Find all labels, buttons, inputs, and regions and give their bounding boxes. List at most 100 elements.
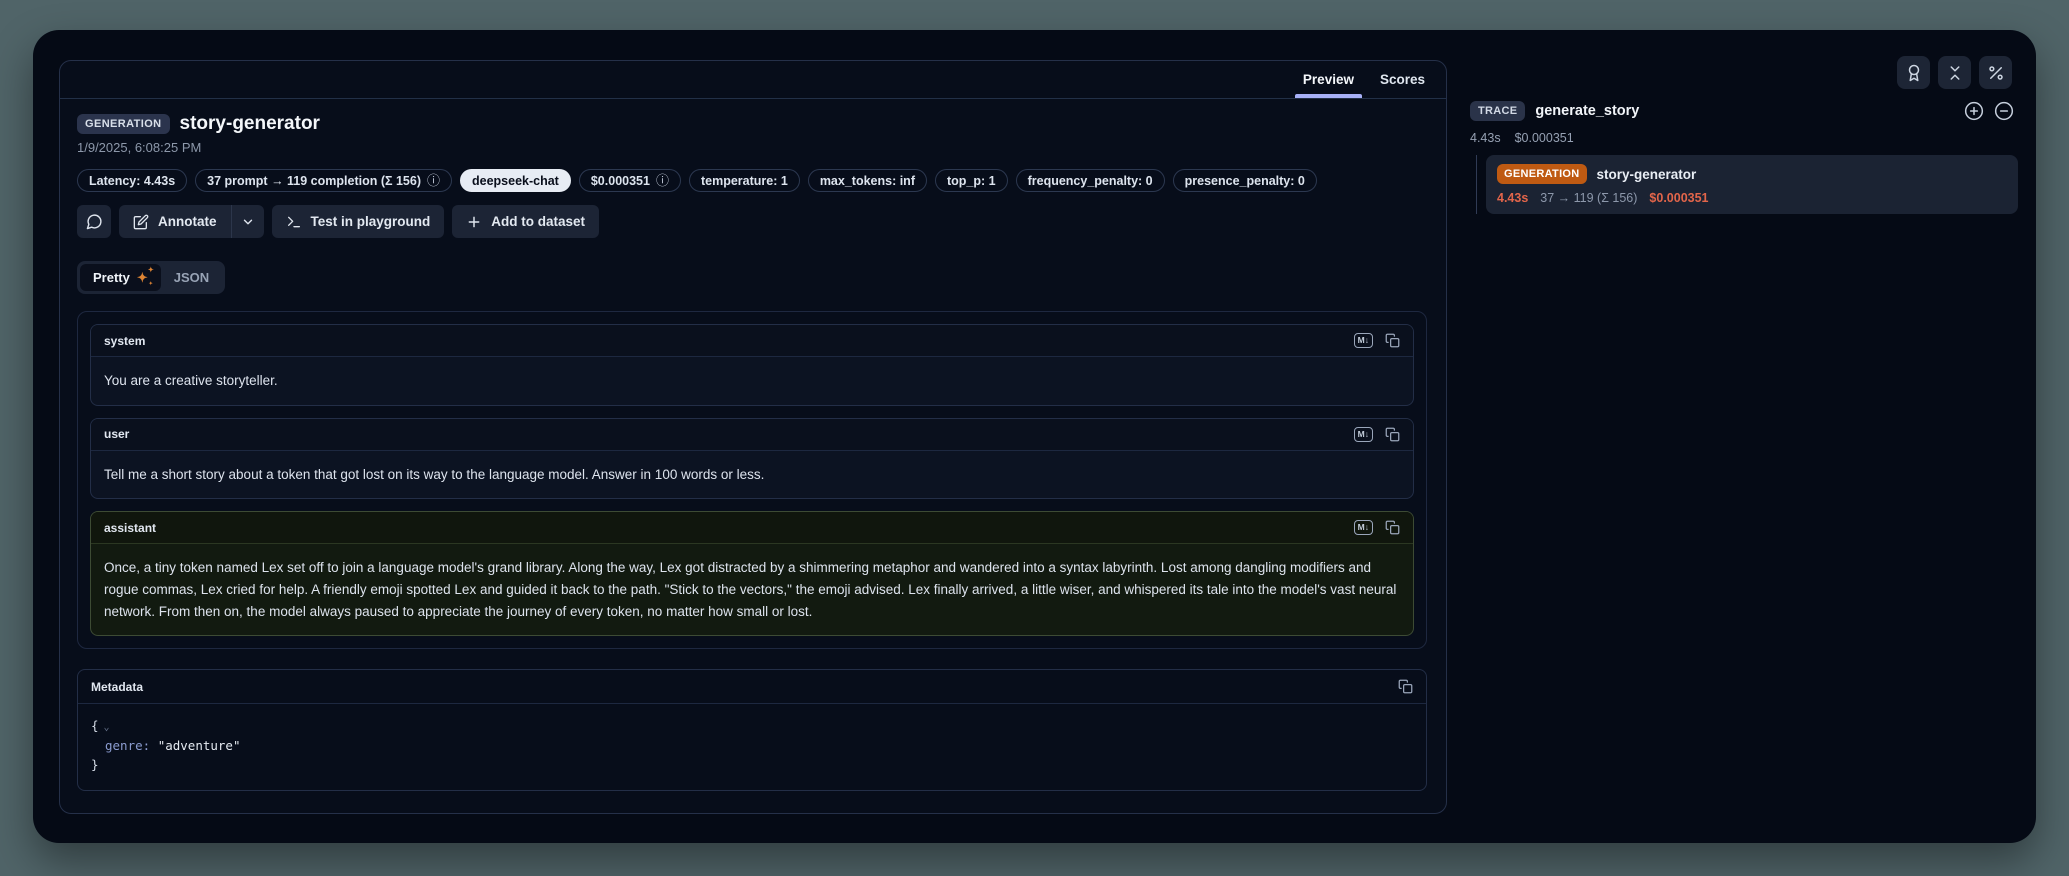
metadata-title: Metadata (91, 680, 143, 694)
panel-header: Preview Scores (60, 61, 1446, 99)
expand-all-button[interactable] (1964, 101, 1984, 121)
frequency-penalty-badge: frequency_penalty: 0 (1016, 169, 1165, 192)
percent-icon (1987, 64, 2005, 82)
info-icon[interactable]: ⓘ (427, 174, 440, 187)
tree-item-name: story-generator (1597, 167, 1697, 182)
model-badge[interactable]: deepseek-chat (460, 169, 571, 192)
plus-icon (466, 214, 482, 230)
temperature-label: temperature: 1 (701, 174, 788, 188)
trace-cost: $0.000351 (1515, 131, 1574, 145)
tab-scores[interactable]: Scores (1367, 61, 1438, 98)
message-content: You are a creative storyteller. (91, 357, 1413, 405)
generation-type-badge: GENERATION (1497, 164, 1587, 184)
temperature-badge: temperature: 1 (689, 169, 800, 192)
presence-penalty-label: presence_penalty: 0 (1185, 174, 1305, 188)
json-close-brace: } (91, 757, 99, 772)
collapse-button[interactable] (1938, 56, 1971, 89)
token-usage-badge: 37 prompt → 119 completion (Σ 156) ⓘ (195, 169, 452, 192)
chevrons-collapse-icon (1946, 64, 1964, 82)
json-value: "adventure" (158, 738, 241, 753)
metadata-section: Metadata { ⌄ genre: "adventure" } (77, 669, 1427, 791)
annotate-dropdown-button[interactable] (231, 205, 264, 238)
copy-icon[interactable] (1398, 679, 1413, 694)
max-tokens-badge: max_tokens: inf (808, 169, 927, 192)
metadata-json-viewer: { ⌄ genre: "adventure" } (78, 704, 1426, 790)
message-card-system: system M↓ You are a creative storyteller… (90, 324, 1414, 406)
presence-penalty-badge: presence_penalty: 0 (1173, 169, 1317, 192)
markdown-toggle-icon[interactable]: M↓ (1354, 520, 1373, 535)
sidebar-toolbar (1897, 56, 2012, 89)
annotate-label: Annotate (158, 214, 217, 229)
comment-icon (86, 213, 103, 230)
timestamp: 1/9/2025, 6:08:25 PM (77, 140, 1427, 155)
app-window: Preview Scores GENERATION story-generato… (33, 30, 2036, 843)
copy-icon[interactable] (1385, 427, 1400, 442)
percent-metrics-button[interactable] (1979, 56, 2012, 89)
cost-badge: $0.000351 ⓘ (579, 169, 681, 192)
top-p-badge: top_p: 1 (935, 169, 1008, 192)
observation-panel: Preview Scores GENERATION story-generato… (59, 60, 1447, 814)
latency-badge-label: Latency: 4.43s (89, 174, 175, 188)
tab-json[interactable]: JSON (161, 264, 222, 291)
terminal-icon (286, 214, 302, 230)
action-row: Annotate Test in playground Add to datas… (77, 205, 1427, 238)
tree-item-latency: 4.43s (1497, 191, 1528, 205)
model-badge-label: deepseek-chat (472, 174, 559, 188)
message-card-user: user M↓ Tell me a short story about a to… (90, 418, 1414, 500)
tab-preview[interactable]: Preview (1290, 61, 1367, 98)
tree-item-generation[interactable]: GENERATION story-generator 4.43s 37 → 11… (1486, 155, 2018, 214)
cost-badge-label: $0.000351 (591, 174, 650, 188)
chevron-down-icon (241, 215, 255, 229)
trace-header: TRACE generate_story (1470, 101, 2014, 121)
trace-latency: 4.43s (1470, 131, 1501, 145)
test-in-playground-label: Test in playground (311, 214, 431, 229)
add-to-dataset-button[interactable]: Add to dataset (452, 205, 599, 238)
trace-type-badge: TRACE (1470, 101, 1525, 121)
info-icon[interactable]: ⓘ (656, 174, 669, 187)
trace-tree: GENERATION story-generator 4.43s 37 → 11… (1476, 155, 2018, 214)
annotate-button[interactable]: Annotate (119, 205, 231, 238)
message-content: Once, a tiny token named Lex set off to … (91, 544, 1413, 635)
token-usage-label: 37 prompt → 119 completion (Σ 156) (207, 174, 421, 188)
message-role: assistant (104, 521, 156, 535)
markdown-toggle-icon[interactable]: M↓ (1354, 427, 1373, 442)
tree-item-tokens: 37 → 119 (Σ 156) (1540, 191, 1637, 205)
page-title: story-generator (180, 113, 320, 135)
json-open-brace: { (91, 718, 99, 733)
trace-stats: 4.43s $0.000351 (1470, 131, 1574, 145)
json-key: genre: (105, 738, 150, 753)
comment-button[interactable] (77, 205, 111, 238)
award-icon (1905, 64, 1923, 82)
tree-item-cost: $0.000351 (1649, 191, 1708, 205)
message-role: user (104, 427, 129, 441)
frequency-penalty-label: frequency_penalty: 0 (1028, 174, 1153, 188)
copy-icon[interactable] (1385, 333, 1400, 348)
edit-icon (133, 214, 149, 230)
markdown-toggle-icon[interactable]: M↓ (1354, 333, 1373, 348)
minus-circle-icon (1994, 101, 2014, 121)
message-role: system (104, 334, 145, 348)
max-tokens-label: max_tokens: inf (820, 174, 915, 188)
io-format-tabs: Pretty ✦ JSON (77, 261, 225, 294)
plus-circle-icon (1964, 101, 1984, 121)
pretty-tab-label: Pretty (93, 270, 130, 285)
panel-content: GENERATION story-generator 1/9/2025, 6:0… (60, 99, 1446, 791)
annotate-scores-button[interactable] (1897, 56, 1930, 89)
message-card-assistant: assistant M↓ Once, a tiny token named Le… (90, 511, 1414, 636)
copy-icon[interactable] (1385, 520, 1400, 535)
test-in-playground-button[interactable]: Test in playground (272, 205, 445, 238)
trace-name: generate_story (1535, 103, 1954, 119)
sparkles-icon: ✦ (137, 271, 148, 284)
tab-pretty[interactable]: Pretty ✦ (80, 264, 161, 291)
collapse-chevron-icon[interactable]: ⌄ (104, 722, 110, 733)
json-tab-label: JSON (174, 270, 209, 285)
annotate-split-button: Annotate (119, 205, 264, 238)
metrics-badge-row: Latency: 4.43s 37 prompt → 119 completio… (77, 169, 1427, 192)
generation-type-badge: GENERATION (77, 114, 170, 134)
message-content: Tell me a short story about a token that… (91, 451, 1413, 499)
messages-container: system M↓ You are a creative storyteller… (77, 311, 1427, 649)
top-p-label: top_p: 1 (947, 174, 996, 188)
add-to-dataset-label: Add to dataset (491, 214, 585, 229)
latency-badge: Latency: 4.43s (77, 169, 187, 192)
collapse-all-button[interactable] (1994, 101, 2014, 121)
